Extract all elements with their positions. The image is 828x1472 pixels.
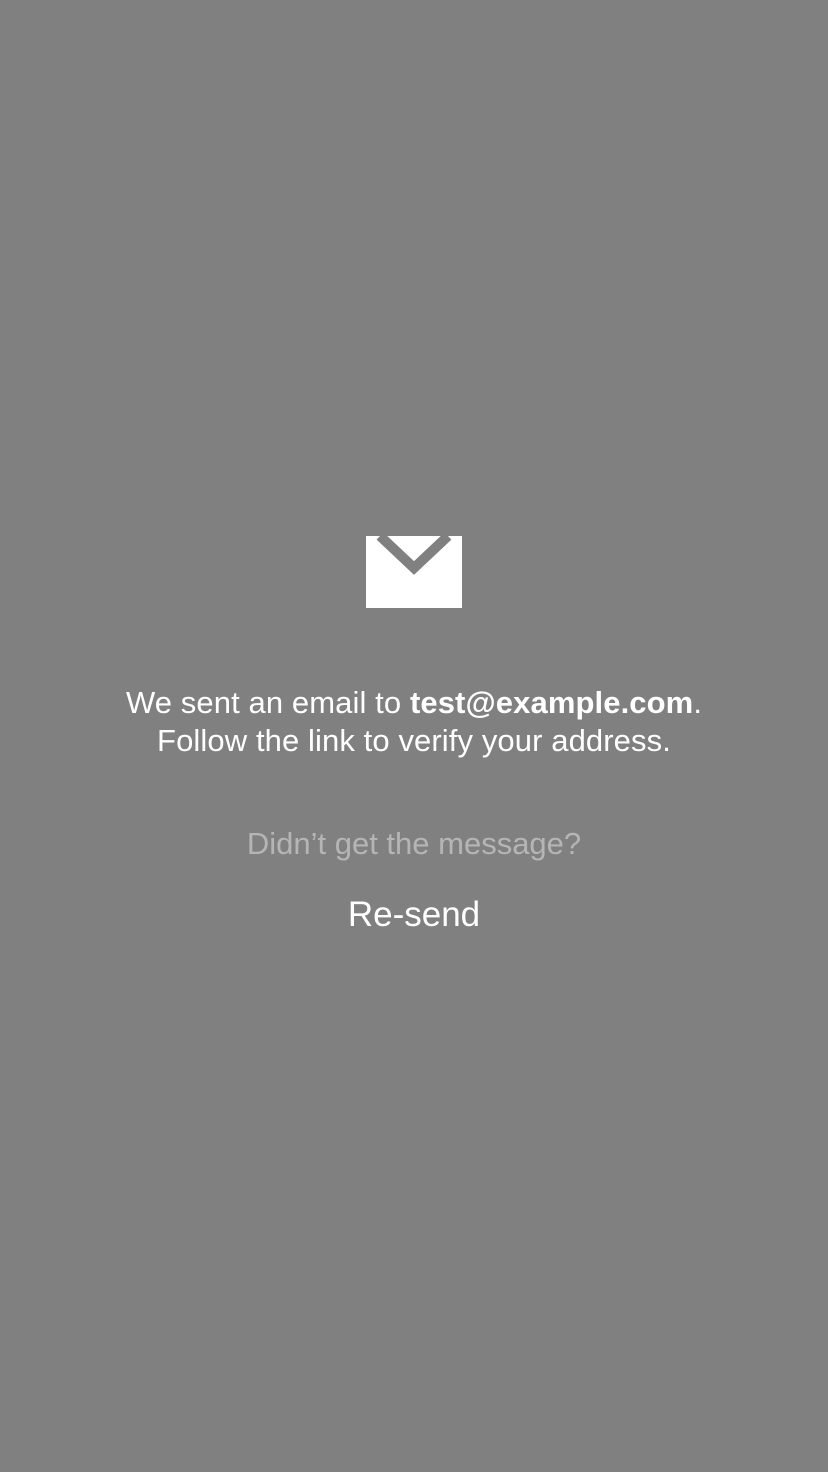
- mail-envelope-icon: [366, 536, 462, 608]
- verification-message: We sent an email to test@example.com. Fo…: [0, 684, 828, 760]
- resend-prompt: Didn’t get the message?: [246, 826, 582, 861]
- verification-message-line-2: Follow the link to verify your address.: [157, 723, 671, 758]
- resend-button[interactable]: Re-send: [314, 890, 514, 940]
- email-address: test@example.com: [409, 685, 694, 720]
- message-suffix: .: [693, 685, 703, 720]
- email-verification-screen: We sent an email to test@example.com. Fo…: [0, 0, 828, 1472]
- message-prefix: We sent an email to: [125, 685, 410, 720]
- verification-message-line-1: We sent an email to test@example.com.: [0, 684, 828, 722]
